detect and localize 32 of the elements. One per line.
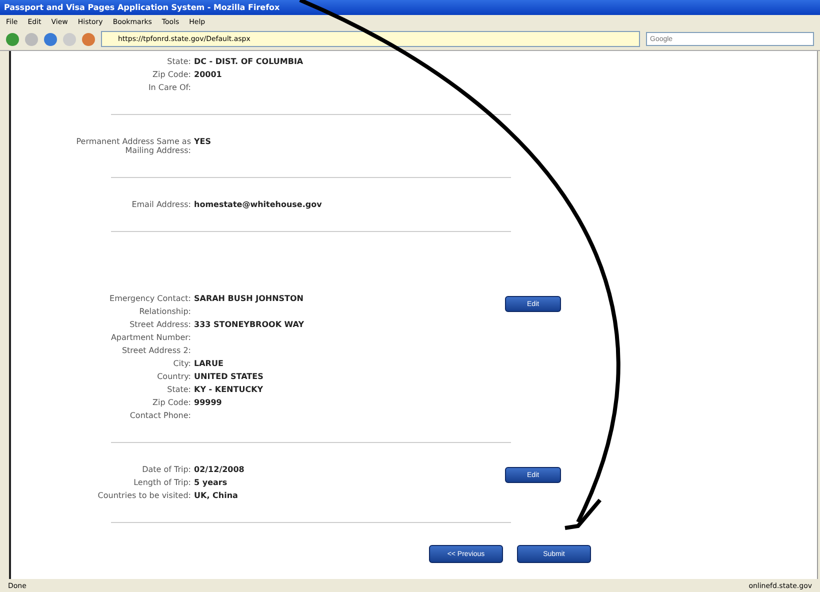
field-label: Zip Code: (152, 70, 191, 79)
field-label: Country: (156, 372, 191, 381)
field-label: Emergency Contact: (108, 294, 191, 303)
field-label: Length of Trip: (132, 478, 191, 487)
field-value: 333 STONEYBROOK WAY (194, 320, 305, 329)
field-label: Apartment Number: (110, 333, 191, 342)
field-label: Email Address: (130, 200, 191, 209)
field-label: Countries to be visited: (96, 491, 191, 500)
field-value: 02/12/2008 (194, 465, 246, 474)
field-value: SARAH BUSH JOHNSTON (194, 294, 305, 303)
field-label: City: (172, 359, 191, 368)
field-value: 5 years (194, 478, 228, 487)
field-label: Relationship: (138, 307, 191, 316)
field-label: Street Address: (128, 320, 191, 329)
field-value: DC - DIST. OF COLUMBIA (194, 57, 304, 66)
field-label: Permanent Address Same as Mailing Address: (75, 137, 191, 155)
field-value: UNITED STATES (194, 372, 264, 381)
field-value: 99999 (194, 398, 223, 407)
field-label: State: (166, 385, 191, 394)
window-title: Passport and Visa Pages Application System - Mozilla Firefox (4, 3, 280, 12)
field-value: KY - KENTUCKY (194, 385, 264, 394)
field-label: State: (166, 57, 191, 66)
field-label: Date of Trip: (141, 465, 191, 474)
field-value: homestate@whitehouse.gov (194, 200, 323, 209)
field-value: LARUE (194, 359, 224, 368)
field-label: Contact Phone: (128, 411, 191, 420)
field-label: Street Address 2: (120, 346, 191, 355)
field-value: 20001 (194, 70, 223, 79)
field-value: UK, China (194, 491, 239, 500)
field-label: Zip Code: (152, 398, 191, 407)
field-value: YES (194, 137, 212, 148)
field-label: In Care Of: (147, 83, 191, 92)
